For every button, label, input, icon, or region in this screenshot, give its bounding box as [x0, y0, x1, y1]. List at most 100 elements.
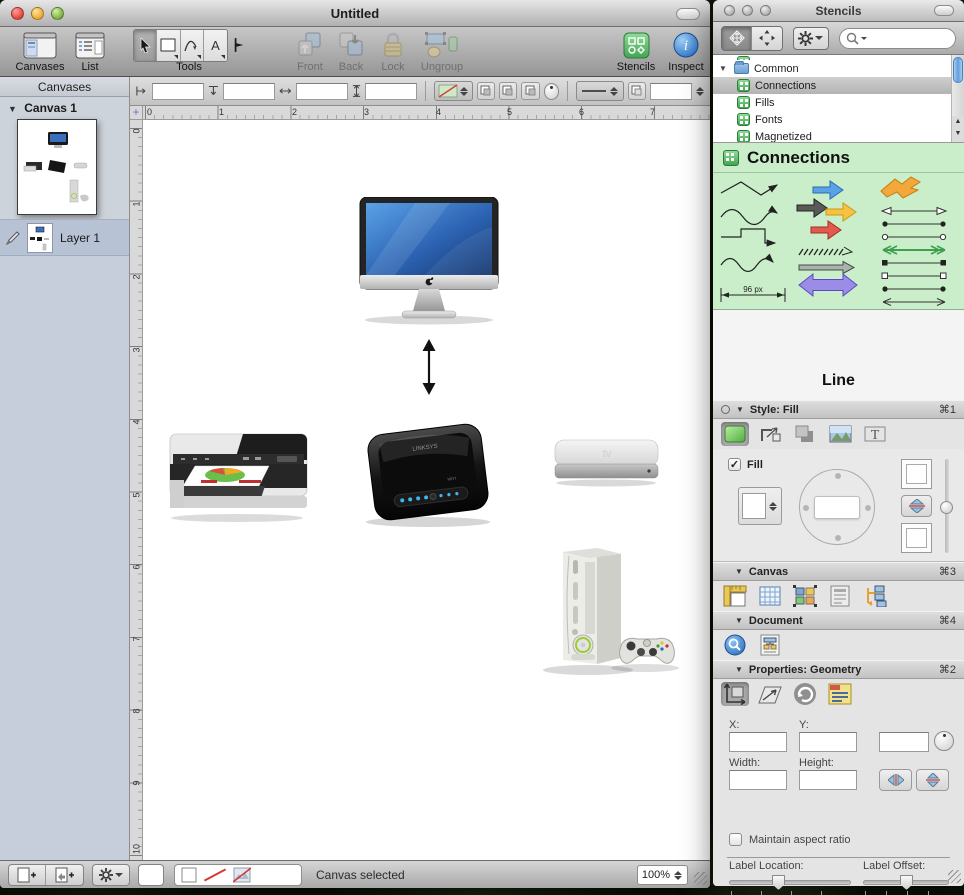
width-field[interactable]	[729, 770, 787, 790]
disclosure-triangle[interactable]: ▼	[735, 616, 743, 625]
canvas-data-tab[interactable]	[826, 584, 854, 608]
wave-connector[interactable]	[721, 210, 777, 225]
stencil-item-fonts[interactable]: Fonts	[713, 111, 964, 128]
add-canvas-button[interactable]	[9, 865, 46, 885]
gradient-center-swatch[interactable]	[814, 496, 860, 519]
stencil-search-input[interactable]	[872, 32, 942, 44]
scrollbar-arrows[interactable]: ▲▼	[951, 116, 964, 142]
tools-expander-icon[interactable]	[233, 36, 245, 54]
printer-image[interactable]	[165, 424, 313, 524]
window-resize-grip[interactable]	[694, 872, 707, 885]
selection-tool[interactable]	[134, 30, 157, 61]
canvases-button[interactable]: Canvases	[14, 30, 66, 73]
disclosure-triangle[interactable]: ▼	[735, 567, 743, 576]
gray-thin-arrow[interactable]	[799, 262, 854, 274]
flip-horizontal-button[interactable]	[879, 769, 912, 791]
maintain-aspect-checkbox[interactable]	[729, 833, 742, 846]
yellow-block-arrow[interactable]	[826, 203, 856, 221]
hatched-arrow[interactable]	[799, 247, 852, 255]
move-tool-button[interactable]	[722, 27, 752, 50]
titlebar[interactable]: Untitled	[0, 0, 710, 27]
disclosure-triangle[interactable]: ▼	[8, 104, 17, 114]
swap-gradient-colors-button[interactable]	[901, 495, 932, 517]
toolbar-toggle-button[interactable]	[934, 5, 954, 16]
red-block-arrow[interactable]	[811, 221, 841, 239]
selection-style-well[interactable]	[174, 864, 302, 886]
slider-thumb[interactable]	[940, 501, 953, 514]
layer-row-1[interactable]: Layer 1	[0, 220, 129, 256]
dimension-line[interactable]: 96 px	[721, 284, 785, 302]
sine-connector[interactable]	[721, 259, 773, 272]
fill-tab[interactable]	[721, 422, 749, 446]
zigzag-connector[interactable]	[721, 182, 777, 195]
toolbar-toggle-button[interactable]	[676, 8, 700, 20]
text-tool[interactable]: A	[204, 30, 227, 61]
router-image[interactable]: LINKSYS WRT	[353, 417, 503, 529]
stroke-tab[interactable]	[756, 422, 784, 446]
fill-opacity-slider[interactable]	[945, 459, 949, 553]
ruler-origin-crosshair[interactable]: +	[130, 106, 143, 120]
geometry-section-header[interactable]: ▼ Properties: Geometry ⌘2	[713, 660, 964, 679]
stroke-width-stepper[interactable]	[696, 87, 704, 96]
flip-vertical-button[interactable]	[916, 769, 949, 791]
x-field[interactable]	[729, 732, 787, 752]
style-section-header[interactable]: ▼ Style: Fill ⌘1	[713, 400, 964, 419]
lightning-bolt[interactable]	[881, 177, 920, 198]
open-square-end-line[interactable]	[882, 273, 946, 279]
window-resize-grip[interactable]	[948, 870, 961, 883]
shadow-style-button-2[interactable]	[499, 82, 517, 100]
grid-tab[interactable]	[756, 584, 784, 608]
height-field[interactable]	[365, 83, 417, 100]
width-field[interactable]	[296, 83, 348, 100]
fill-color-swatch[interactable]	[742, 493, 766, 519]
gray-block-arrow[interactable]	[797, 199, 827, 217]
stencil-item-connections[interactable]: Connections	[713, 77, 964, 94]
diagram-layout-tab[interactable]	[861, 584, 889, 608]
document-section-header[interactable]: ▼ Document ⌘4	[713, 611, 964, 630]
stroke-width-field[interactable]	[650, 83, 692, 100]
arrow-both-ends-line[interactable]	[883, 299, 945, 306]
apple-tv-image[interactable]: tv	[551, 436, 663, 488]
stencil-folder-common[interactable]: ▼ Common	[713, 60, 964, 77]
image-tab[interactable]	[826, 422, 854, 446]
open-arrow-line[interactable]	[882, 208, 946, 215]
stencil-item-fills[interactable]: Fills	[713, 94, 964, 111]
y-field[interactable]	[799, 732, 857, 752]
gradient-direction-control[interactable]	[799, 469, 875, 545]
xbox-360-image[interactable]	[533, 542, 683, 682]
fill-checkbox[interactable]: ✓	[728, 458, 741, 471]
shadow-style-button-1[interactable]	[477, 82, 495, 100]
fill-style-button[interactable]	[434, 81, 473, 101]
left-position-field[interactable]	[152, 83, 204, 100]
gradient-end-swatch[interactable]	[901, 523, 932, 553]
green-double-arrow-line[interactable]	[883, 246, 945, 254]
document-magnify-tab[interactable]	[721, 633, 749, 657]
disclosure-triangle[interactable]: ▼	[719, 64, 729, 73]
geometry-shear-tab[interactable]	[756, 682, 784, 706]
corner-style-button[interactable]	[628, 82, 646, 100]
shadow-angle-dial[interactable]	[544, 83, 560, 100]
zoom-stepper[interactable]	[674, 871, 683, 880]
canvas-section-header[interactable]: ▼ Canvas ⌘3	[713, 562, 964, 581]
magnet-tool-button[interactable]	[752, 27, 782, 50]
circle-end-line[interactable]	[882, 234, 945, 239]
stencil-action-menu[interactable]	[793, 27, 829, 50]
rotation-dial[interactable]	[934, 731, 954, 751]
disclosure-triangle[interactable]: ▼	[736, 405, 744, 414]
drawing-canvas[interactable]: LINKSYS WRT tv	[143, 120, 710, 860]
stencil-library-list[interactable]: ▼ Common Connections Fills Fonts Magneti…	[713, 55, 964, 143]
sidebar-item-canvas-1[interactable]: ▼ Canvas 1	[0, 97, 129, 117]
document-data-tab[interactable]	[756, 633, 784, 657]
shadow-tab[interactable]	[791, 422, 819, 446]
action-menu-button[interactable]	[92, 864, 130, 886]
collapse-dot-icon[interactable]	[721, 405, 730, 414]
list-button[interactable]: List	[74, 30, 106, 73]
stencil-item-magnetized[interactable]: Magnetized	[713, 128, 964, 143]
double-arrow-connector[interactable]	[419, 339, 439, 395]
orthogonal-connector[interactable]	[721, 229, 775, 243]
ungroup-button[interactable]: Ungroup	[415, 30, 469, 73]
gradient-start-swatch[interactable]	[901, 459, 932, 489]
back-button[interactable]: Back	[333, 30, 369, 73]
label-location-slider[interactable]	[729, 880, 851, 885]
label-offset-slider[interactable]	[863, 880, 949, 885]
